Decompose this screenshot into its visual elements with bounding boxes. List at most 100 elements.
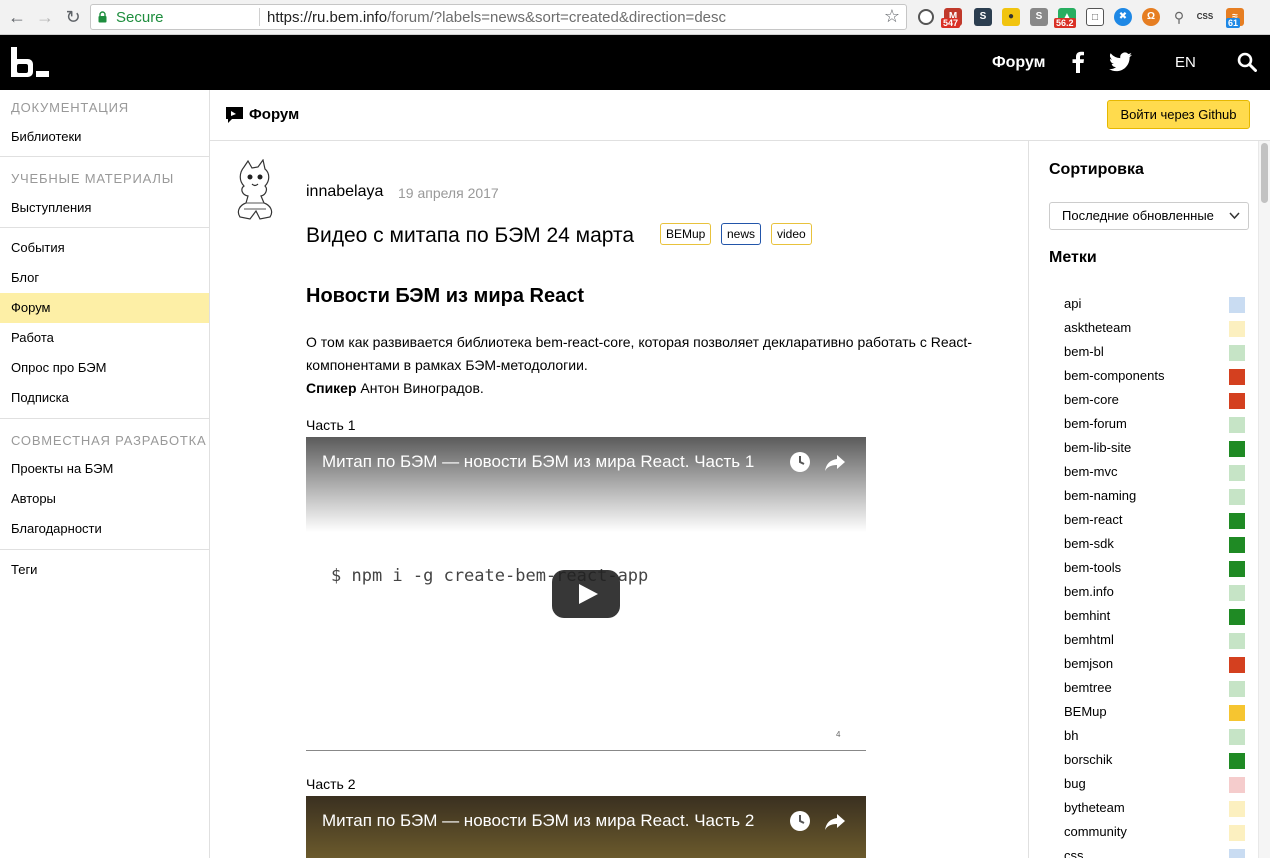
search-icon[interactable] <box>1237 52 1257 72</box>
post-heading: Новости БЭМ из мира React <box>306 285 584 307</box>
sidebar-divider <box>0 549 209 550</box>
labels-heading: Метки <box>1049 249 1097 266</box>
language-switch[interactable]: EN <box>1175 54 1196 71</box>
sidebar-item-libraries[interactable]: Библиотеки <box>0 122 209 152</box>
label-color-swatch <box>1229 753 1245 769</box>
share-icon[interactable] <box>824 451 846 473</box>
label-item[interactable]: BEMup <box>1064 704 1107 719</box>
sidebar-item-tags[interactable]: Теги <box>0 555 209 585</box>
address-bar[interactable]: Secure https://ru.bem.info/forum/?labels… <box>90 4 907 30</box>
label-item[interactable]: bemtree <box>1064 680 1112 695</box>
sidebar-item-jobs[interactable]: Работа <box>0 323 209 353</box>
sidebar-section-collab: Совместная разработка <box>11 433 207 448</box>
video-1-page-number: 4 <box>836 730 841 739</box>
label-color-swatch <box>1229 297 1245 313</box>
sidebar-item-thanks[interactable]: Благодарности <box>0 514 209 544</box>
post-tag-bemup[interactable]: BEMup <box>660 223 712 245</box>
label-color-swatch <box>1229 561 1245 577</box>
label-item[interactable]: borschik <box>1064 752 1112 767</box>
page-extension-icon[interactable]: □ <box>1086 8 1104 26</box>
video-1-title[interactable]: Митап по БЭМ — новости БЭМ из мира React… <box>322 452 754 472</box>
header-forum-link[interactable]: Форум <box>992 54 1046 72</box>
post-tag-video[interactable]: video <box>771 223 812 245</box>
label-item[interactable]: bem-bl <box>1064 344 1104 359</box>
label-item[interactable]: bem-core <box>1064 392 1119 407</box>
blue-extension-icon[interactable]: ✖ <box>1114 8 1132 26</box>
scrollbar[interactable] <box>1258 141 1270 858</box>
lock-extension-icon[interactable]: ● <box>1002 8 1020 26</box>
sidebar-section-learning: Учебные материалы <box>11 171 175 186</box>
label-item[interactable]: bemhint <box>1064 608 1110 623</box>
label-color-swatch <box>1229 369 1245 385</box>
label-item[interactable]: asktheteam <box>1064 320 1131 335</box>
video-player-1[interactable]: Митап по БЭМ — новости БЭМ из мира React… <box>306 437 866 751</box>
css-extension-icon[interactable]: CSS <box>1196 8 1214 26</box>
info-extension-icon[interactable] <box>918 9 934 25</box>
play-button-icon[interactable] <box>552 570 620 618</box>
rss-badge: 61 <box>1226 18 1241 28</box>
sort-select[interactable]: Последние обновленные <box>1049 202 1249 230</box>
sidebar-item-subscribe[interactable]: Подписка <box>0 383 209 413</box>
label-item[interactable]: bem-sdk <box>1064 536 1114 551</box>
share-icon[interactable] <box>824 810 846 832</box>
label-item[interactable]: bh <box>1064 728 1078 743</box>
sidebar-item-projects[interactable]: Проекты на БЭМ <box>0 454 209 484</box>
label-item[interactable]: bemjson <box>1064 656 1113 671</box>
label-item[interactable]: bem-lib-site <box>1064 440 1131 455</box>
label-color-swatch <box>1229 417 1245 433</box>
label-item[interactable]: bug <box>1064 776 1086 791</box>
label-color-swatch <box>1229 441 1245 457</box>
extension-icon-3[interactable]: S <box>974 8 992 26</box>
site-header: Форум EN <box>0 35 1270 90</box>
sidebar-item-forum[interactable]: Форум <box>0 293 209 323</box>
github-login-button[interactable]: Войти через Github <box>1107 100 1250 129</box>
label-item[interactable]: css <box>1064 848 1084 858</box>
label-item[interactable]: bem-react <box>1064 512 1123 527</box>
reload-icon[interactable]: ↻ <box>62 6 84 28</box>
sidebar-item-authors[interactable]: Авторы <box>0 484 209 514</box>
watch-later-icon[interactable] <box>789 810 811 832</box>
speaker-label: Спикер <box>306 380 357 396</box>
facebook-icon[interactable] <box>1070 51 1086 73</box>
url-text[interactable]: https://ru.bem.info/forum/?labels=news&s… <box>267 9 726 26</box>
bookmark-star-icon[interactable]: ☆ <box>884 6 900 27</box>
scrollbar-thumb[interactable] <box>1261 143 1268 203</box>
post-title[interactable]: Видео с митапа по БЭМ 24 марта <box>306 224 634 248</box>
forward-arrow-icon[interactable]: → <box>34 6 56 28</box>
orange-extension-icon[interactable]: Ω <box>1142 8 1160 26</box>
label-item[interactable]: bem.info <box>1064 584 1114 599</box>
author-avatar[interactable] <box>230 159 280 221</box>
video-2-title[interactable]: Митап по БЭМ — новости БЭМ из мира React… <box>322 811 754 831</box>
video-player-2[interactable]: Митап по БЭМ — новости БЭМ из мира React… <box>306 796 866 858</box>
sidebar-item-blog[interactable]: Блог <box>0 263 209 293</box>
s-extension-icon[interactable]: S <box>1030 8 1048 26</box>
sidebar-divider <box>0 156 209 157</box>
sidebar-item-events[interactable]: События <box>0 233 209 263</box>
label-item[interactable]: bytheteam <box>1064 800 1125 815</box>
label-item[interactable]: api <box>1064 296 1081 311</box>
label-item[interactable]: bem-naming <box>1064 488 1136 503</box>
watch-later-icon[interactable] <box>789 451 811 473</box>
post-content: innabelaya 19 апреля 2017 Видео с митапа… <box>210 141 1028 858</box>
label-item[interactable]: bem-mvc <box>1064 464 1117 479</box>
label-color-swatch <box>1229 681 1245 697</box>
sidebar-item-talks[interactable]: Выступления <box>0 193 209 223</box>
secure-label: Secure <box>116 9 164 26</box>
back-arrow-icon[interactable]: ← <box>6 6 28 28</box>
label-item[interactable]: bemhtml <box>1064 632 1114 647</box>
label-color-swatch <box>1229 345 1245 361</box>
twitter-icon[interactable] <box>1109 52 1132 72</box>
label-color-swatch <box>1229 849 1245 858</box>
label-item[interactable]: bem-components <box>1064 368 1164 383</box>
label-item[interactable]: bem-forum <box>1064 416 1127 431</box>
forum-bar: Форум Войти через Github <box>210 90 1270 141</box>
post-tag-news[interactable]: news <box>721 223 762 245</box>
label-item[interactable]: bem-tools <box>1064 560 1121 575</box>
label-color-swatch <box>1229 801 1245 817</box>
video-1-bottom-line <box>306 750 866 751</box>
magnifier-extension-icon[interactable]: ⚲ <box>1170 8 1188 26</box>
post-author[interactable]: innabelaya <box>306 183 383 201</box>
sidebar-item-survey[interactable]: Опрос про БЭМ <box>0 353 209 383</box>
label-item[interactable]: community <box>1064 824 1127 839</box>
bem-logo-icon[interactable] <box>11 47 51 79</box>
